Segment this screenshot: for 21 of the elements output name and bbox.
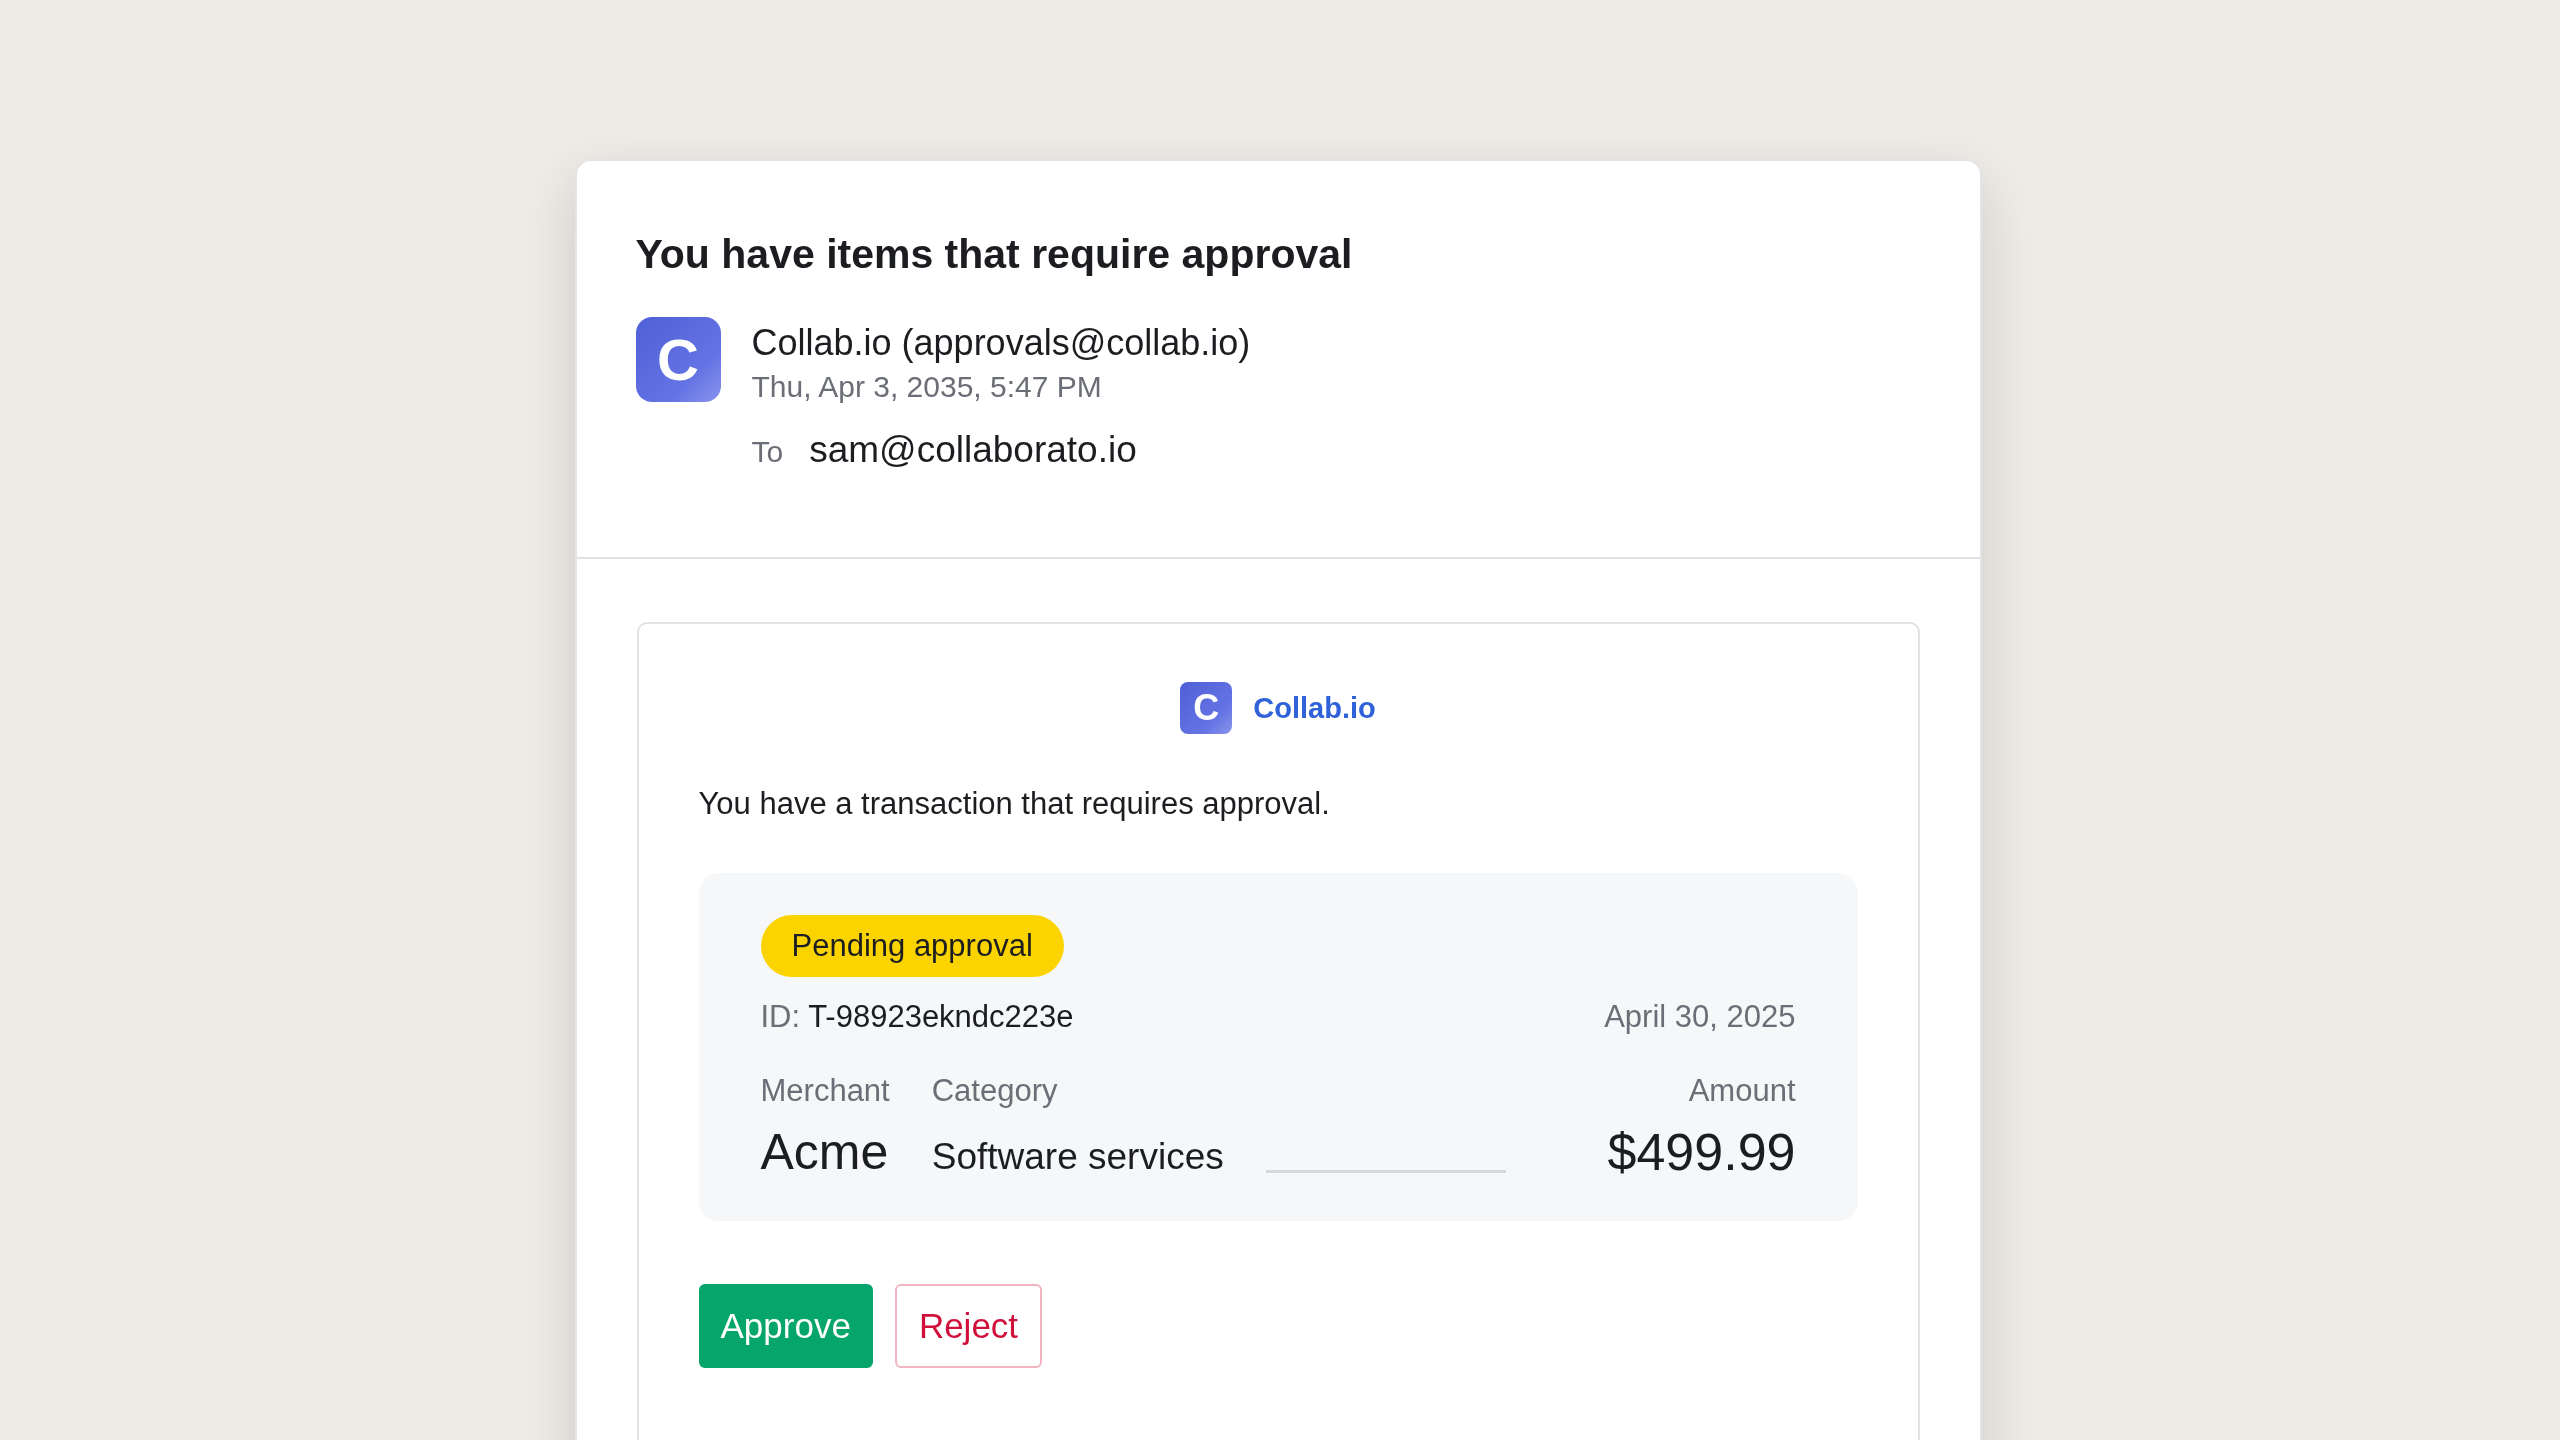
merchant-name: Acme: [760, 1123, 890, 1181]
column-header: Merchant: [760, 1073, 890, 1109]
sender-avatar: C: [635, 317, 721, 402]
transaction-id: T-98923ekndc223e: [808, 999, 1074, 1034]
id-label: ID:: [760, 999, 801, 1034]
column-header: Category: [931, 1073, 1059, 1109]
email-subject: You have items that require approval: [635, 230, 1354, 279]
sent-date: Thu, Apr 3, 2035, 5:47 PM: [751, 369, 1103, 405]
amount-value: $499.99: [1607, 1123, 1796, 1181]
to-label: To: [751, 435, 784, 469]
reject-button[interactable]: Reject: [894, 1284, 1043, 1368]
recipient-address: sam@collaborato.io: [809, 429, 1137, 471]
status-badge: Pending approval: [760, 915, 1064, 977]
brand-logo: C: [1180, 682, 1233, 734]
transaction-date: April 30, 2025: [1604, 999, 1796, 1035]
message-text: You have a transaction that requires approval.: [698, 785, 1331, 823]
sender-name: Collab.io (approvals@collab.io): [751, 321, 1251, 365]
column-header: Amount: [1687, 1073, 1796, 1109]
brand-name: Collab.io: [1253, 691, 1376, 725]
approve-button[interactable]: Approve: [698, 1284, 873, 1368]
category-name: Software services: [931, 1135, 1224, 1179]
